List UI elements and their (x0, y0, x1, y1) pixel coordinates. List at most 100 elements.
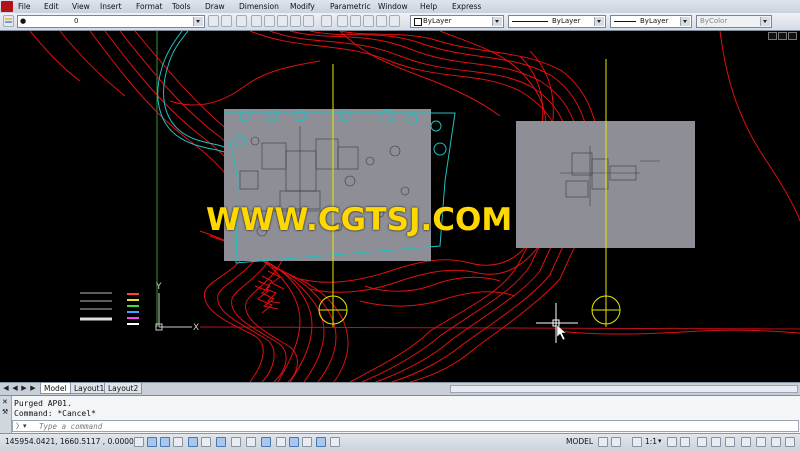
wrench-icon[interactable]: ⚒ (2, 408, 8, 416)
horizontal-scrollbar[interactable] (450, 385, 798, 393)
menu-item-modify[interactable]: Modify (290, 0, 315, 13)
layer-delete-icon[interactable] (350, 15, 361, 27)
isolate-objects-icon[interactable] (741, 437, 751, 447)
layer-properties-icon[interactable] (3, 15, 14, 27)
menu-item-parametric[interactable]: Parametric (330, 0, 371, 13)
layer-unisolate-icon[interactable] (264, 15, 275, 27)
menu-item-edit[interactable]: Edit (44, 0, 59, 13)
plotstyle-dropdown[interactable]: ByColor (696, 15, 772, 28)
layer-unlock-icon[interactable] (389, 15, 400, 27)
restore-icon[interactable] (778, 32, 787, 40)
color-dropdown[interactable]: ByLayer (410, 15, 504, 28)
menu-item-format[interactable]: Format (136, 0, 162, 13)
layer-merge-icon[interactable] (337, 15, 348, 27)
prev-tab-icon[interactable]: ◀ (11, 384, 19, 393)
command-line-grip[interactable]: ✕ ⚒ (0, 396, 12, 433)
status-bar: 145954.0421, 1660.5117 , 0.0000 MODEL 1:… (0, 433, 800, 451)
tab-layout1[interactable]: Layout1 (70, 383, 109, 394)
layer-isolate-icon[interactable] (251, 15, 262, 27)
layout-tab-bar: ◀ ◀ ▶ ▶ Model Layout1 Layout2 (0, 382, 800, 395)
menu-bar: File Edit View Insert Format Tools Draw Dimensi… (0, 0, 800, 14)
chevron-down-icon (760, 17, 770, 26)
viewport-controls (766, 32, 798, 41)
close-icon[interactable]: ✕ (2, 398, 8, 406)
next-tab-icon[interactable]: ▶ (20, 384, 28, 393)
tab-layout2[interactable]: Layout2 (104, 383, 143, 394)
clean-screen-icon[interactable] (771, 437, 781, 447)
quick-view-drawings-icon[interactable] (611, 437, 621, 447)
close-icon[interactable] (788, 32, 797, 40)
color-swatch-icon (414, 18, 422, 26)
command-history-line: Command: *Cancel* (14, 409, 96, 418)
layer-walk-icon[interactable] (321, 15, 332, 27)
mouse-pointer-icon (556, 324, 567, 341)
layer-freeze-icon[interactable] (290, 15, 301, 27)
linetype-dropdown[interactable]: ByLayer (508, 15, 606, 28)
layer-on-icon[interactable] (376, 15, 387, 27)
menu-item-view[interactable]: View (72, 0, 90, 13)
lock-icon[interactable] (711, 437, 721, 447)
selection-cycling-icon[interactable] (316, 437, 326, 447)
polar-tracking-icon[interactable] (188, 437, 198, 447)
dynamic-ucs-icon[interactable] (246, 437, 256, 447)
status-menu-icon[interactable] (785, 437, 795, 447)
annotation-scale-icon[interactable] (632, 437, 642, 447)
ucs-icon (155, 293, 192, 331)
menu-item-dimension[interactable]: Dimension (239, 0, 279, 13)
layer-dropdown[interactable]: ● 0 (17, 15, 205, 28)
tab-model[interactable]: Model (40, 383, 71, 394)
layer-value: 0 (74, 17, 79, 25)
workspace-switching-icon[interactable] (697, 437, 707, 447)
layer-off-icon[interactable] (277, 15, 288, 27)
layer-previous-icon[interactable] (221, 15, 232, 27)
coordinates-readout: 145954.0421, 1660.5117 , 0.0000 (5, 437, 134, 446)
annotation-scale-value[interactable]: 1:1 (645, 437, 657, 446)
chevron-down-icon (193, 17, 203, 26)
first-tab-icon[interactable]: ◀ (2, 384, 10, 393)
object-snap-tracking-icon[interactable] (231, 437, 241, 447)
grid-display-icon[interactable] (160, 437, 170, 447)
autocad-app-icon[interactable] (1, 1, 13, 12)
menu-item-window[interactable]: Window (378, 0, 408, 13)
3d-object-snap-icon[interactable] (216, 437, 226, 447)
color-value: ByLayer (423, 17, 452, 25)
watermark-text: WWW.CGTSJ.COM (206, 202, 513, 238)
quick-view-layouts-icon[interactable] (598, 437, 608, 447)
model-space-canvas[interactable]: Y X WWW.CGTSJ.COM (0, 31, 800, 382)
dynamic-input-icon[interactable] (261, 437, 271, 447)
lineweight-dropdown[interactable]: ByLayer (610, 15, 692, 28)
minimize-icon[interactable] (768, 32, 777, 40)
auto-scale-icon[interactable] (680, 437, 690, 447)
model-space-label[interactable]: MODEL (566, 437, 593, 446)
hardware-acceleration-icon[interactable] (725, 437, 735, 447)
annotation-monitor-icon[interactable] (330, 437, 340, 447)
command-input[interactable] (39, 421, 779, 431)
menu-item-express[interactable]: Express (452, 0, 481, 13)
menu-item-tools[interactable]: Tools (172, 0, 190, 13)
ucs-x-label: X (193, 323, 199, 333)
infer-constraints-icon[interactable] (134, 437, 144, 447)
command-prompt-icon[interactable]: 〉▾ (16, 421, 27, 431)
lineweight-display-icon[interactable] (276, 437, 286, 447)
chevron-down-icon[interactable]: ▾ (658, 437, 662, 445)
lightbulb-icon[interactable] (756, 437, 766, 447)
chevron-down-icon (594, 17, 604, 26)
make-current-layer-icon[interactable] (208, 15, 219, 27)
menu-item-draw[interactable]: Draw (205, 0, 225, 13)
menu-item-insert[interactable]: Insert (100, 0, 122, 13)
layer-match-icon[interactable] (236, 15, 247, 27)
layer-lock-icon[interactable] (303, 15, 314, 27)
menu-item-file[interactable]: File (18, 0, 31, 13)
object-snap-icon[interactable] (201, 437, 211, 447)
last-tab-icon[interactable]: ▶ (29, 384, 37, 393)
transparency-icon[interactable] (289, 437, 299, 447)
menu-item-help[interactable]: Help (420, 0, 437, 13)
quick-properties-icon[interactable] (302, 437, 312, 447)
ortho-mode-icon[interactable] (173, 437, 183, 447)
annotation-visibility-icon[interactable] (667, 437, 677, 447)
lineweight-value: ByLayer (640, 17, 669, 25)
ucs-y-label: Y (155, 282, 162, 292)
layer-thaw-icon[interactable] (363, 15, 374, 27)
snap-mode-icon[interactable] (147, 437, 157, 447)
linetype-value: ByLayer (552, 17, 581, 25)
